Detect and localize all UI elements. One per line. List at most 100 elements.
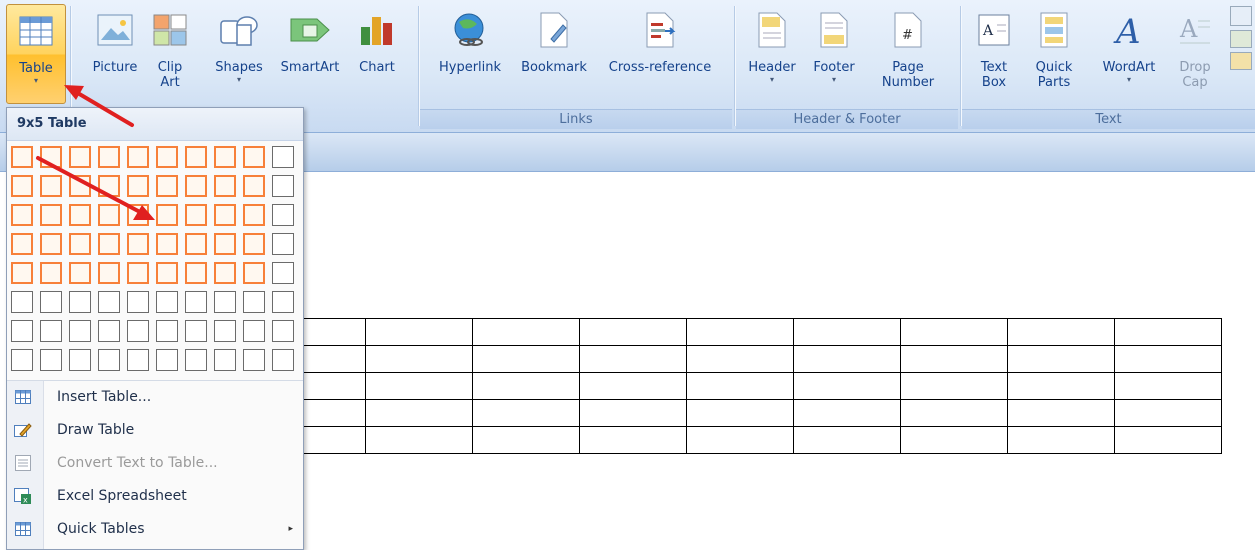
grid-cell[interactable]	[11, 146, 33, 168]
grid-cell[interactable]	[214, 320, 236, 342]
grid-cell[interactable]	[11, 233, 33, 255]
table-button[interactable]: Table ▾	[6, 4, 66, 104]
grid-cell[interactable]	[185, 291, 207, 313]
grid-cell[interactable]	[156, 349, 178, 371]
grid-cell[interactable]	[272, 204, 294, 226]
table-cell[interactable]	[1114, 399, 1222, 427]
grid-cell[interactable]	[40, 175, 62, 197]
grid-cell[interactable]	[11, 349, 33, 371]
grid-cell[interactable]	[40, 233, 62, 255]
table-cell[interactable]	[686, 318, 794, 346]
grid-cell[interactable]	[185, 175, 207, 197]
grid-cell[interactable]	[214, 291, 236, 313]
table-cell[interactable]	[1114, 372, 1222, 400]
grid-cell[interactable]	[272, 291, 294, 313]
grid-cell[interactable]	[127, 204, 149, 226]
grid-cell[interactable]	[98, 204, 120, 226]
grid-cell[interactable]	[40, 349, 62, 371]
table-cell[interactable]	[1007, 318, 1115, 346]
picture-button[interactable]: Picture	[86, 4, 144, 75]
table-cell[interactable]	[579, 399, 687, 427]
shapes-button[interactable]: Shapes ▾	[210, 4, 268, 85]
table-cell[interactable]	[579, 318, 687, 346]
grid-cell[interactable]	[127, 262, 149, 284]
insert-table-item[interactable]: Insert Table...	[7, 382, 303, 412]
grid-cell[interactable]	[185, 204, 207, 226]
table-cell[interactable]	[793, 372, 901, 400]
grid-cell[interactable]	[11, 262, 33, 284]
grid-cell[interactable]	[69, 262, 91, 284]
table-cell[interactable]	[579, 426, 687, 454]
table-cell[interactable]	[472, 372, 580, 400]
draw-table-item[interactable]: Draw Table	[7, 415, 303, 445]
clip-art-button[interactable]: Clip Art	[148, 4, 192, 90]
grid-cell[interactable]	[127, 146, 149, 168]
signature-line-button[interactable]	[1230, 4, 1252, 70]
grid-cell[interactable]	[214, 262, 236, 284]
grid-cell[interactable]	[127, 233, 149, 255]
grid-cell[interactable]	[40, 291, 62, 313]
grid-cell[interactable]	[243, 291, 265, 313]
table-cell[interactable]	[686, 426, 794, 454]
grid-cell[interactable]	[69, 291, 91, 313]
grid-cell[interactable]	[214, 175, 236, 197]
table-cell[interactable]	[472, 399, 580, 427]
wordart-button[interactable]: A WordArt ▾	[1092, 4, 1166, 85]
grid-cell[interactable]	[40, 262, 62, 284]
grid-cell[interactable]	[11, 291, 33, 313]
quick-parts-button[interactable]: Quick Parts	[1028, 4, 1080, 90]
table-cell[interactable]	[365, 345, 473, 373]
grid-cell[interactable]	[156, 291, 178, 313]
grid-cell[interactable]	[98, 175, 120, 197]
grid-cell[interactable]	[11, 320, 33, 342]
table-cell[interactable]	[793, 399, 901, 427]
grid-cell[interactable]	[243, 175, 265, 197]
table-cell[interactable]	[900, 372, 1008, 400]
table-cell[interactable]	[900, 426, 1008, 454]
footer-button[interactable]: Footer ▾	[806, 4, 862, 85]
bookmark-button[interactable]: Bookmark	[512, 4, 596, 75]
table-cell[interactable]	[472, 426, 580, 454]
table-cell[interactable]	[793, 426, 901, 454]
grid-cell[interactable]	[127, 349, 149, 371]
grid-cell[interactable]	[11, 204, 33, 226]
cross-reference-button[interactable]: Cross-reference	[596, 4, 724, 75]
drop-cap-button[interactable]: A Drop Cap	[1170, 4, 1220, 90]
grid-cell[interactable]	[40, 204, 62, 226]
text-box-button[interactable]: A Text Box	[968, 4, 1020, 90]
table-cell[interactable]	[472, 318, 580, 346]
table-cell[interactable]	[1007, 345, 1115, 373]
grid-cell[interactable]	[185, 146, 207, 168]
grid-cell[interactable]	[69, 204, 91, 226]
table-cell[interactable]	[365, 426, 473, 454]
grid-cell[interactable]	[98, 262, 120, 284]
table-cell[interactable]	[793, 318, 901, 346]
grid-cell[interactable]	[127, 175, 149, 197]
grid-cell[interactable]	[156, 262, 178, 284]
grid-cell[interactable]	[127, 291, 149, 313]
grid-cell[interactable]	[156, 146, 178, 168]
grid-cell[interactable]	[185, 349, 207, 371]
grid-cell[interactable]	[243, 320, 265, 342]
grid-cell[interactable]	[40, 320, 62, 342]
table-cell[interactable]	[1114, 426, 1222, 454]
grid-cell[interactable]	[243, 146, 265, 168]
grid-cell[interactable]	[127, 320, 149, 342]
table-cell[interactable]	[1007, 426, 1115, 454]
table-cell[interactable]	[472, 345, 580, 373]
table-cell[interactable]	[900, 345, 1008, 373]
grid-cell[interactable]	[156, 175, 178, 197]
grid-cell[interactable]	[156, 320, 178, 342]
grid-cell[interactable]	[69, 320, 91, 342]
table-cell[interactable]	[793, 345, 901, 373]
page-number-button[interactable]: # Page Number	[868, 4, 948, 90]
grid-cell[interactable]	[272, 146, 294, 168]
grid-cell[interactable]	[98, 291, 120, 313]
grid-cell[interactable]	[69, 146, 91, 168]
table-cell[interactable]	[1007, 372, 1115, 400]
table-cell[interactable]	[579, 372, 687, 400]
excel-spreadsheet-item[interactable]: x Excel Spreadsheet	[7, 481, 303, 511]
grid-cell[interactable]	[98, 146, 120, 168]
table-cell[interactable]	[365, 318, 473, 346]
grid-cell[interactable]	[214, 233, 236, 255]
